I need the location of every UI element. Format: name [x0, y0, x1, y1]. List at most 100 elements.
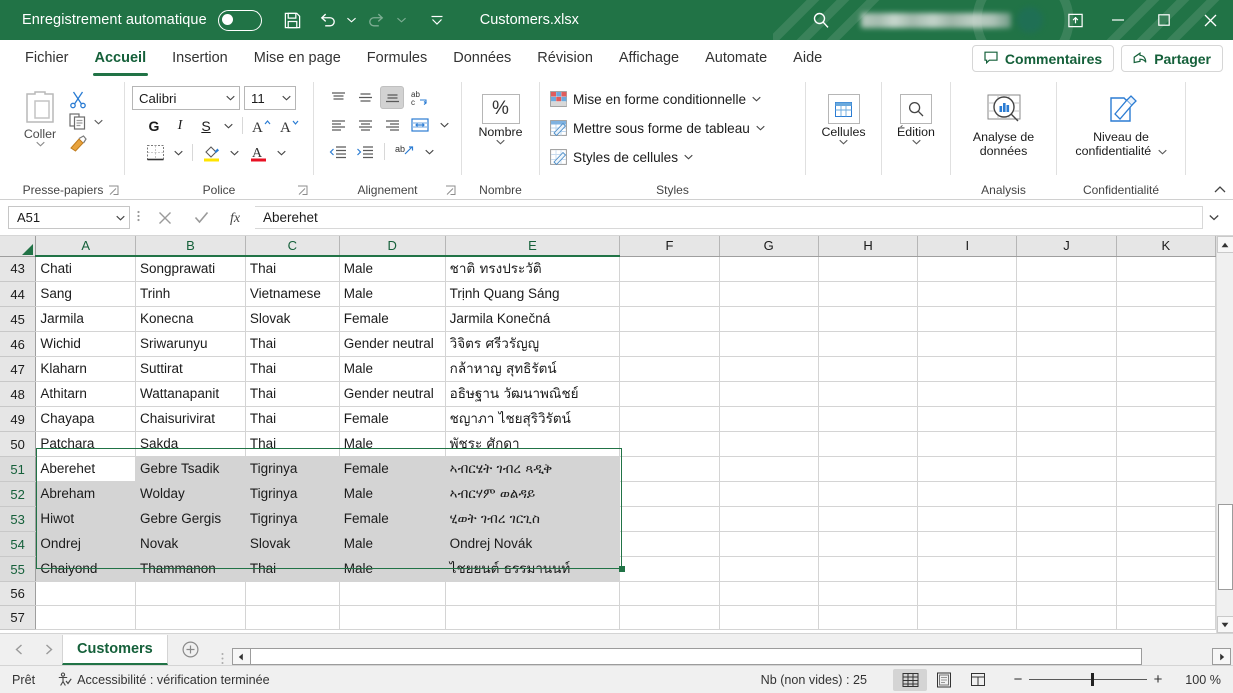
cell-C49[interactable]: Thai [245, 406, 340, 432]
cell-D43[interactable]: Male [339, 256, 446, 282]
cell-E48[interactable]: อธิษฐาน วัฒนาพณิชย์ [445, 381, 621, 407]
cell-A44[interactable]: Sang [35, 281, 137, 307]
cell-G50[interactable] [719, 431, 819, 457]
cell-G43[interactable] [719, 256, 819, 282]
cell-G47[interactable] [719, 356, 819, 382]
borders-chevron-down-icon[interactable] [174, 150, 183, 156]
zoom-in-button[interactable]: + [1147, 671, 1169, 688]
search-icon[interactable] [793, 0, 849, 40]
cell-E54[interactable]: Ondrej Novák [445, 531, 621, 557]
cell-styles-chevron-down-icon[interactable] [684, 154, 693, 160]
scroll-down-button[interactable] [1216, 616, 1233, 633]
cell-C55[interactable]: Thai [245, 556, 340, 582]
cell-D53[interactable]: Female [339, 506, 446, 532]
cell-K49[interactable] [1116, 406, 1216, 432]
cell-F47[interactable] [619, 356, 720, 382]
scroll-up-button[interactable] [1216, 236, 1233, 253]
tab-split-grip[interactable] [214, 652, 232, 665]
cell-G49[interactable] [719, 406, 819, 432]
cell-E53[interactable]: ሂወት ገብረ ገርጊስ [445, 506, 621, 532]
cell-K53[interactable] [1116, 506, 1216, 532]
paste-button[interactable]: Coller [12, 84, 68, 147]
cell-J55[interactable] [1016, 556, 1117, 582]
cell-H55[interactable] [818, 556, 919, 582]
cell-A45[interactable]: Jarmila [35, 306, 137, 332]
tab-mise-en-page[interactable]: Mise en page [241, 42, 354, 75]
sheet-tab-customers[interactable]: Customers [62, 635, 168, 665]
cell-F54[interactable] [619, 531, 720, 557]
editing-chevron-down-icon[interactable] [911, 139, 921, 145]
row-header-52[interactable]: 52 [0, 481, 37, 507]
cell-I44[interactable] [917, 281, 1018, 307]
cell-J46[interactable] [1016, 331, 1117, 357]
cell-F43[interactable] [619, 256, 720, 282]
cell-C50[interactable]: Thai [245, 431, 340, 457]
table-row[interactable]: 49 Chayapa Chaisurivirat Thai Female ชญาภา ไช… [0, 406, 1216, 432]
cell-F57[interactable] [619, 605, 720, 630]
font-color-chevron-down-icon[interactable] [277, 150, 286, 156]
row-header-43[interactable]: 43 [0, 256, 37, 282]
row-header-54[interactable]: 54 [0, 531, 37, 557]
undo-chevron-down-icon[interactable] [344, 4, 360, 36]
cell-D45[interactable]: Female [339, 306, 446, 332]
cell-K45[interactable] [1116, 306, 1216, 332]
cell-A53[interactable]: Hiwot [35, 506, 137, 532]
column-header-k[interactable]: K [1116, 236, 1216, 257]
count-label[interactable]: Nb (non vides) : 25 [761, 673, 867, 687]
cell-B57[interactable] [135, 605, 246, 630]
expand-formula-bar-icon[interactable] [1203, 214, 1225, 221]
copy-chevron-down-icon[interactable] [94, 119, 103, 125]
merge-center-button[interactable] [407, 113, 433, 136]
cell-H49[interactable] [818, 406, 919, 432]
cell-H53[interactable] [818, 506, 919, 532]
tab-fichier[interactable]: Fichier [12, 42, 82, 75]
cell-E46[interactable]: วิจิตร ศรีวรัญญู [445, 331, 621, 357]
cell-B53[interactable]: Gebre Gergis [135, 506, 246, 532]
cell-G56[interactable] [719, 581, 819, 606]
cell-A52[interactable]: Abreham [35, 481, 137, 507]
cell-H56[interactable] [818, 581, 919, 606]
cell-H48[interactable] [818, 381, 919, 407]
row-header-57[interactable]: 57 [0, 605, 37, 630]
select-all-corner[interactable] [0, 236, 37, 257]
table-row[interactable]: 47 Klaharn Suttirat Thai Male กล้าหาญ สุทธิรั… [0, 356, 1216, 382]
cell-I55[interactable] [917, 556, 1018, 582]
cell-H45[interactable] [818, 306, 919, 332]
row-header-49[interactable]: 49 [0, 406, 37, 432]
row-header-45[interactable]: 45 [0, 306, 37, 332]
cell-D56[interactable] [339, 581, 446, 606]
zoom-track[interactable] [1029, 673, 1147, 686]
column-header-a[interactable]: A [35, 236, 137, 257]
cell-A50[interactable]: Patchara [35, 431, 137, 457]
cell-K46[interactable] [1116, 331, 1216, 357]
cell-J44[interactable] [1016, 281, 1117, 307]
increase-indent-button[interactable] [353, 140, 377, 163]
scroll-right-button[interactable] [1212, 648, 1231, 665]
cell-K50[interactable] [1116, 431, 1216, 457]
underline-button[interactable]: S [194, 114, 218, 137]
row-header-44[interactable]: 44 [0, 281, 37, 307]
table-row[interactable]: 56 [0, 581, 1216, 606]
zoom-level[interactable]: 100 % [1175, 673, 1221, 687]
cancel-edit-icon[interactable] [147, 206, 183, 230]
column-header-h[interactable]: H [818, 236, 919, 257]
cell-K57[interactable] [1116, 605, 1216, 630]
cell-E51[interactable]: ኣብርሄት ገብረ ጻዲቅ [445, 456, 621, 482]
cell-G48[interactable] [719, 381, 819, 407]
cell-G55[interactable] [719, 556, 819, 582]
cell-F44[interactable] [619, 281, 720, 307]
add-sheet-button[interactable] [168, 634, 214, 665]
column-header-d[interactable]: D [339, 236, 446, 257]
cell-J57[interactable] [1016, 605, 1117, 630]
sensitivity-button[interactable]: Niveau de confidentialité [1064, 88, 1178, 158]
row-header-53[interactable]: 53 [0, 506, 37, 532]
close-button[interactable] [1187, 0, 1233, 40]
cell-H51[interactable] [818, 456, 919, 482]
cell-J47[interactable] [1016, 356, 1117, 382]
cell-D50[interactable]: Male [339, 431, 446, 457]
cell-A55[interactable]: Chaiyond [35, 556, 137, 582]
next-sheet-icon[interactable] [43, 643, 54, 655]
row-header-55[interactable]: 55 [0, 556, 37, 582]
cell-B43[interactable]: Songprawati [135, 256, 246, 282]
column-header-i[interactable]: I [917, 236, 1018, 257]
